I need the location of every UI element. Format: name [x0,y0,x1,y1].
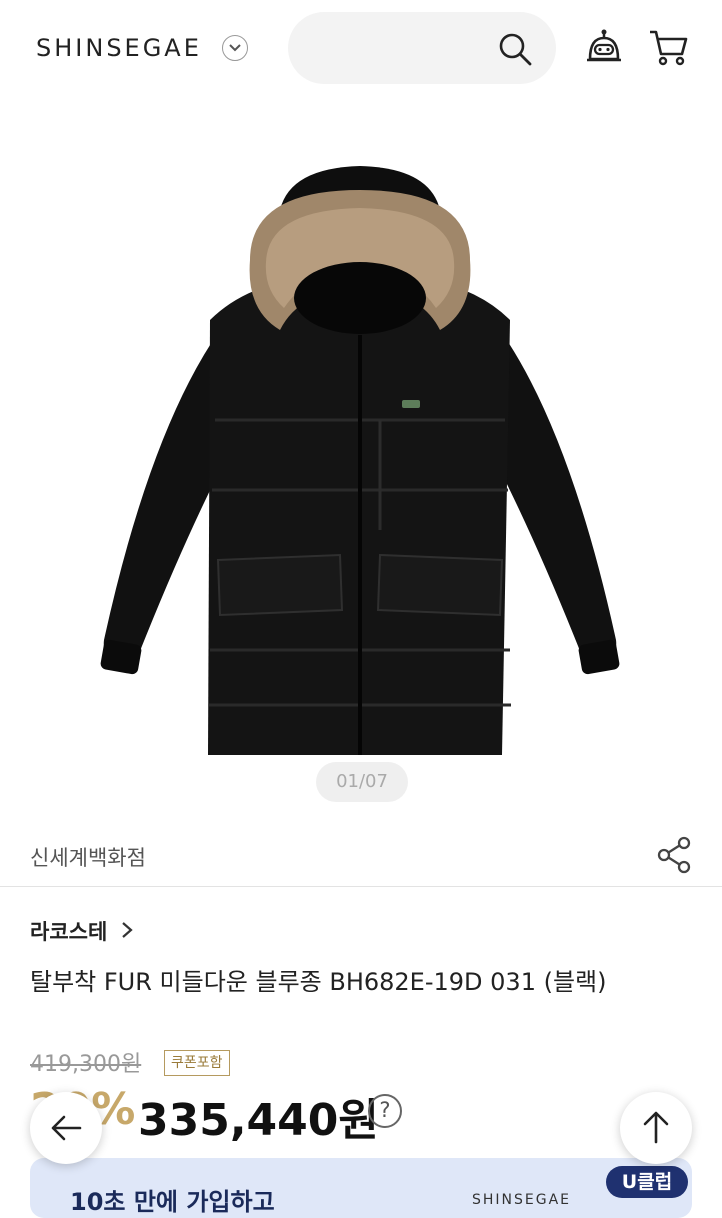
store-name[interactable]: 신세계백화점 [30,842,146,872]
cart-icon[interactable] [648,28,690,72]
product-title: 탈부착 FUR 미들다운 블루종 BH682E-19D 031 (블랙) [30,968,607,996]
scroll-top-button[interactable] [620,1092,692,1164]
membership-banner[interactable]: 10초 만에 가입하고 SHINSEGAE [30,1158,692,1218]
divider [0,886,722,887]
chevron-right-icon[interactable] [120,920,134,944]
arrow-up-icon [643,1111,669,1144]
product-image[interactable] [90,150,630,770]
share-icon[interactable] [656,836,692,878]
gallery-pager: 01/07 [316,762,408,802]
brand-link[interactable]: 라코스테 [30,916,107,946]
arrow-left-icon [51,1115,82,1141]
original-price: 419,300원 [30,1052,142,1077]
sale-price: 335,440원 [138,1095,379,1146]
site-logo[interactable]: SHINSEGAE [36,34,202,62]
coupon-badge: 쿠폰포함 [164,1050,230,1076]
chatbot-icon[interactable] [584,29,624,73]
uclub-badge[interactable]: U클럽 [606,1166,688,1198]
back-button[interactable] [30,1092,102,1164]
search-icon[interactable] [498,32,532,70]
price-help-icon[interactable]: ? [368,1094,402,1128]
banner-logo: SHINSEGAE [472,1192,572,1208]
search-input[interactable] [288,12,556,84]
chevron-down-icon[interactable] [222,35,248,61]
header: SHINSEGAE [0,0,722,96]
